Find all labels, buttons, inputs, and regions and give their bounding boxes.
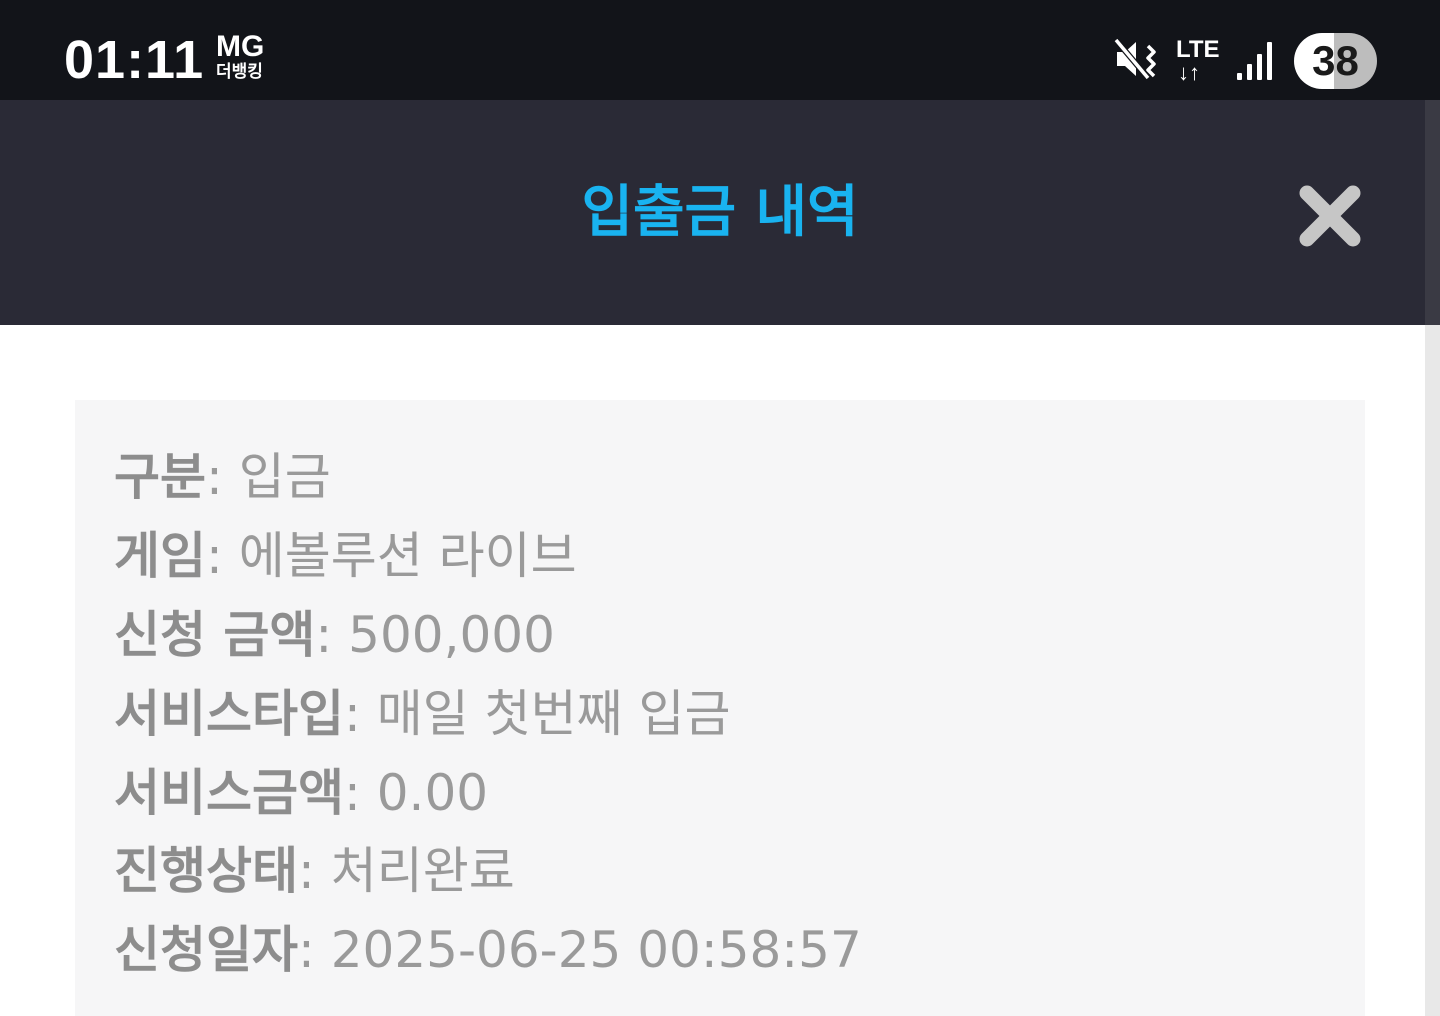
detail-value: 처리완료 (330, 842, 515, 900)
detail-separator: : (206, 448, 239, 506)
detail-value: 입금 (238, 448, 331, 506)
page-title: 입출금 내역 (581, 180, 859, 245)
detail-separator: : (344, 764, 377, 822)
detail-row-type: 구분: 입금 (114, 442, 331, 512)
clock: 01:11 (64, 30, 205, 90)
detail-label: 서비스금액 (114, 764, 344, 822)
detail-row-game: 게임: 에볼루션 라이브 (114, 521, 577, 591)
detail-row-date: 신청일자: 2025-06-25 00:58:57 (114, 915, 862, 985)
carrier-subname: 더뱅킹 (216, 62, 263, 82)
data-arrows: ↓↑ (1178, 60, 1200, 85)
detail-label: 진행상태 (114, 842, 298, 900)
signal-icon (1237, 42, 1272, 80)
scrollbar-thumb[interactable] (1425, 100, 1440, 325)
carrier-label: MG 더뱅킹 (216, 32, 286, 81)
lte-label: LTE (1176, 36, 1220, 63)
status-bar: 01:11 MG 더뱅킹 LTE ↓↑ 38 (0, 0, 1440, 100)
detail-separator: : (206, 527, 239, 585)
detail-row-status: 진행상태: 처리완료 (114, 836, 515, 906)
detail-separator: : (315, 606, 349, 664)
detail-label: 신청 금액 (114, 606, 316, 664)
detail-value: 에볼루션 라이브 (238, 527, 577, 585)
page-header: 입출금 내역 (0, 100, 1440, 325)
close-icon[interactable] (1296, 182, 1364, 250)
transaction-detail-card: 구분: 입금 게임: 에볼루션 라이브 신청 금액: 500,000 서비스타입… (75, 400, 1365, 1016)
battery-icon: 38 (1294, 33, 1377, 89)
detail-label: 신청일자 (114, 921, 298, 979)
detail-separator: : (298, 921, 331, 979)
detail-separator: : (298, 842, 331, 900)
detail-separator: : (344, 685, 377, 743)
detail-value: 2025-06-25 00:58:57 (330, 921, 862, 979)
detail-value: 매일 첫번째 입금 (376, 685, 731, 743)
detail-row-service-amount: 서비스금액: 0.00 (114, 758, 488, 828)
detail-label: 구분 (114, 448, 206, 506)
detail-label: 게임 (114, 527, 206, 585)
scrollbar[interactable] (1425, 100, 1440, 1016)
detail-value: 500,000 (348, 606, 555, 664)
lte-icon: LTE ↓↑ (1176, 38, 1224, 86)
detail-row-amount: 신청 금액: 500,000 (114, 600, 555, 670)
detail-value: 0.00 (376, 764, 489, 822)
carrier-name: MG (216, 30, 265, 63)
detail-label: 서비스타입 (114, 685, 344, 743)
mute-icon (1114, 38, 1156, 80)
detail-row-service-type: 서비스타입: 매일 첫번째 입금 (114, 679, 731, 749)
